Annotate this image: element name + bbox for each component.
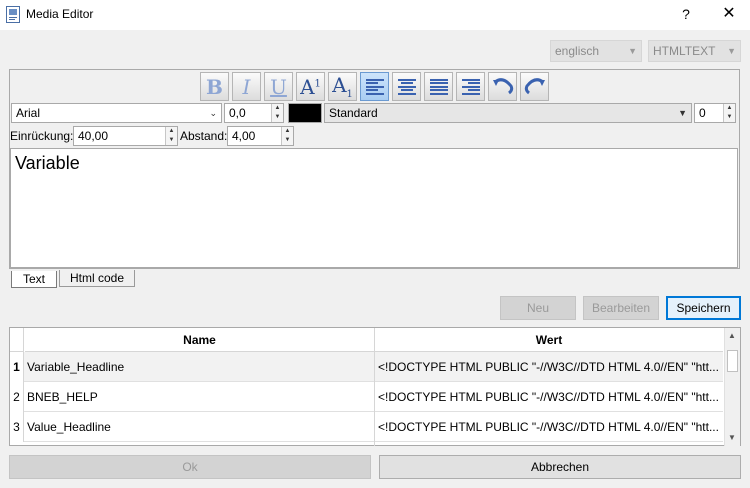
underline-button[interactable]: U [264,72,293,101]
spacing-input[interactable]: 4,00 ▲ ▼ [227,126,294,146]
align-center-icon [397,78,416,95]
align-right-icon [461,78,480,95]
title-bar [0,0,750,30]
row-number[interactable]: 2 [10,382,24,412]
row-number[interactable]: 3 [10,412,24,442]
align-justify-button[interactable] [424,72,453,101]
column-header-name[interactable]: Name [25,328,374,352]
table-cell-name[interactable]: BNEB_HELP [24,382,374,412]
bold-button[interactable]: B [200,72,229,101]
new-button[interactable]: Neu [500,296,576,320]
format-select-value: HTMLTEXT [653,44,716,58]
bold-icon: B [206,74,223,99]
tab-text[interactable]: Text [11,271,57,288]
help-button[interactable]: ? [678,4,694,24]
align-right-button[interactable] [456,72,485,101]
ok-button[interactable]: Ok [9,455,371,479]
spinner-icon[interactable]: ▲ ▼ [165,127,177,145]
table-cell-name[interactable]: Value_Headline [24,412,374,442]
font-select-value: Arial [16,106,41,120]
table-cell-name[interactable]: Variable_Headline [24,352,374,382]
table-cell-value[interactable]: <!DOCTYPE HTML PUBLIC "-//W3C//DTD HTML … [375,352,723,382]
column-header-value[interactable]: Wert [375,328,723,352]
redo-button[interactable] [520,72,549,101]
scrollbar-thumb[interactable] [727,350,738,372]
align-left-icon [365,78,384,95]
rich-text-area[interactable] [10,148,738,268]
chevron-down-icon: ⌄ [209,108,217,118]
italic-icon: I [242,74,251,99]
subscript-button[interactable]: A1 [328,72,357,101]
align-left-button[interactable] [360,72,389,101]
language-select-value: englisch [555,44,600,58]
chevron-down-icon: ▼ [628,46,637,56]
indent-input[interactable]: 40,00 ▲ ▼ [73,126,178,146]
chevron-down-icon: ▼ [678,108,687,118]
spacing-label: Abstand: [180,129,228,143]
subscript-icon: A1 [332,73,353,100]
spinner-icon[interactable]: ▲ ▼ [271,104,283,122]
style-select[interactable]: Standard ▼ [324,103,692,123]
text-color-swatch[interactable] [288,103,322,123]
column-divider [374,328,375,446]
scroll-down-icon[interactable]: ▼ [724,431,740,445]
font-select[interactable]: Arial ⌄ [11,103,222,123]
close-button[interactable]: ✕ [718,4,740,24]
spinner-icon[interactable]: ▲ ▼ [723,104,735,122]
spacing-value: 4,00 [232,129,256,143]
spinner-icon[interactable]: ▲ ▼ [281,127,293,145]
table-scrollbar[interactable] [724,328,740,446]
table-cell-value[interactable]: <!DOCTYPE HTML PUBLIC "-//W3C//DTD HTML … [375,382,723,412]
rich-text-content: Variable [15,153,80,173]
font-size-value: 0,0 [229,106,246,120]
style-value: 0 [699,106,706,120]
app-icon [6,6,20,23]
style-select-value: Standard [329,106,378,120]
edit-button[interactable]: Bearbeiten [583,296,659,320]
indent-value: 40,00 [78,129,109,143]
table-cell-value[interactable]: <!DOCTYPE HTML PUBLIC "-//W3C//DTD HTML … [375,412,723,442]
cancel-button[interactable]: Abbrechen [379,455,741,479]
language-select[interactable]: englisch ▼ [550,40,642,62]
font-size-input[interactable]: 0,0 ▲ ▼ [224,103,284,123]
undo-icon [492,77,513,94]
chevron-down-icon: ▼ [727,46,736,56]
scroll-up-icon[interactable]: ▲ [724,329,740,343]
save-button[interactable]: Speichern [666,296,741,320]
align-justify-icon [429,78,448,95]
superscript-icon: A1 [300,74,321,99]
tab-html-code[interactable]: Html code [59,270,135,287]
format-select[interactable]: HTMLTEXT ▼ [648,40,741,62]
window-title: Media Editor [26,7,94,21]
style-value-input[interactable]: 0 ▲ ▼ [694,103,736,123]
undo-button[interactable] [488,72,517,101]
redo-icon [524,77,545,94]
corner-header [10,328,24,352]
indent-label: Einrückung: [10,129,74,143]
superscript-button[interactable]: A1 [296,72,325,101]
align-center-button[interactable] [392,72,421,101]
row-number[interactable]: 1 [10,352,24,382]
italic-button[interactable]: I [232,72,261,101]
underline-icon: U [270,74,287,99]
